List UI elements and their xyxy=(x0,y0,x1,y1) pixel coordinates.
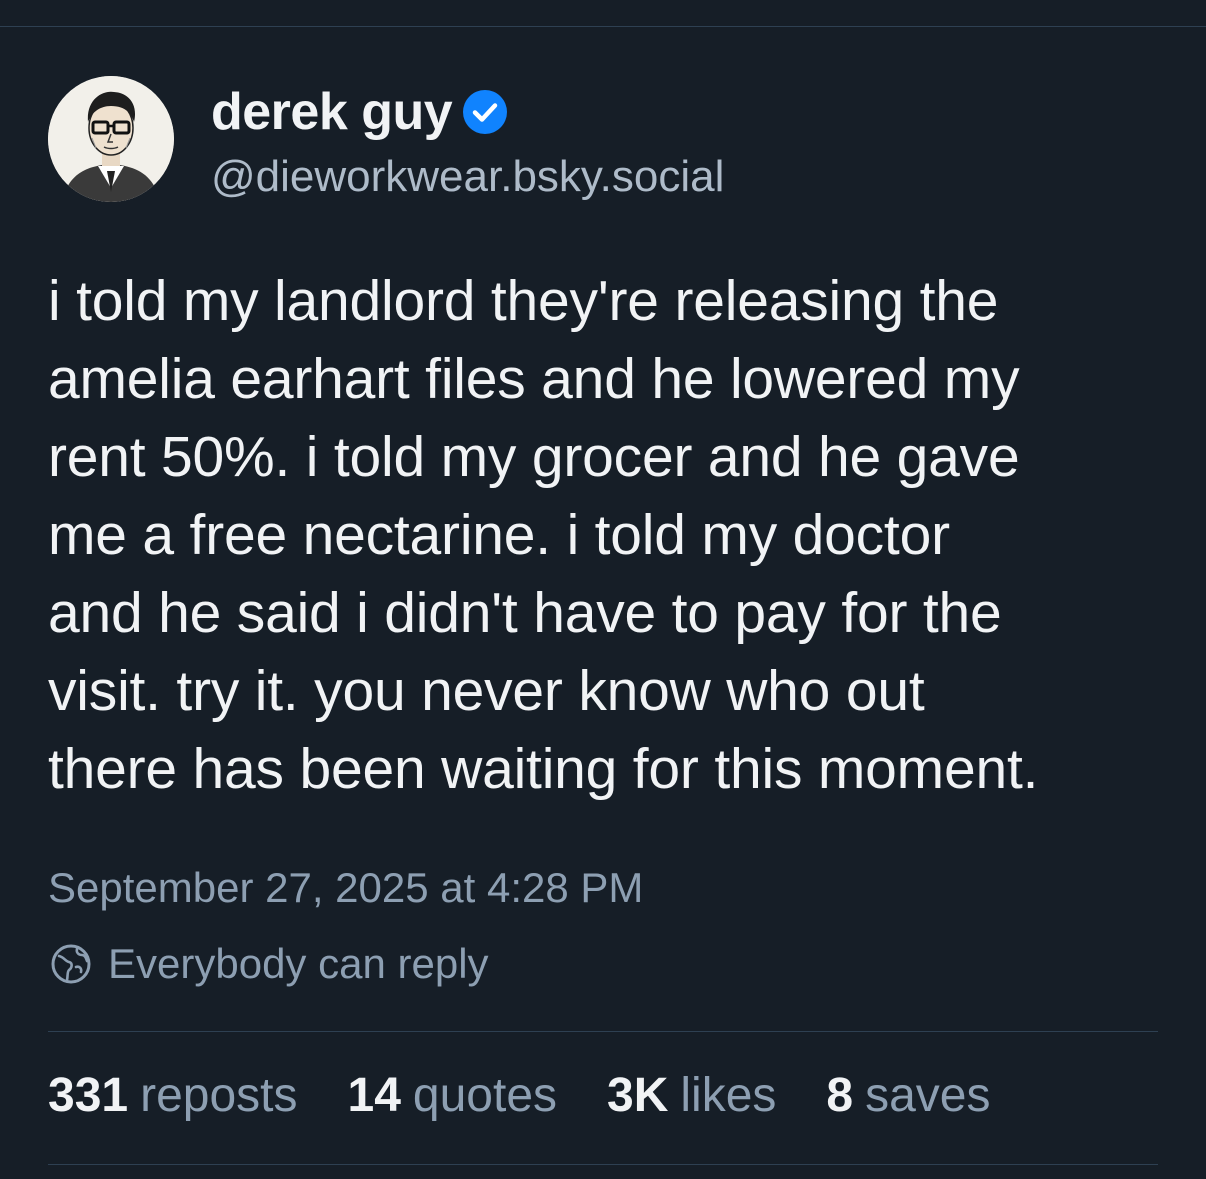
post-stats: 331 reposts 14 quotes 3K likes 8 saves xyxy=(48,1068,1041,1123)
stat-count: 3K xyxy=(607,1069,669,1122)
stat-count: 8 xyxy=(826,1069,854,1122)
reply-setting-label: Everybody can reply xyxy=(108,940,489,987)
stat-quotes[interactable]: 14 quotes xyxy=(348,1068,558,1123)
post-text-line: there has been waiting for this moment. xyxy=(48,737,1039,801)
author-handle[interactable]: @dieworkwear.bsky.social xyxy=(211,152,724,202)
post-text: i told my landlord they're releasing the… xyxy=(48,262,1158,808)
stat-saves[interactable]: 8 saves xyxy=(826,1068,990,1123)
stat-count: 331 xyxy=(48,1069,129,1122)
globe-icon xyxy=(50,943,92,985)
post-timestamp[interactable]: September 27, 2025 at 4:28 PM xyxy=(48,864,643,912)
top-divider xyxy=(0,26,1206,27)
stat-reposts[interactable]: 331 reposts xyxy=(48,1068,298,1123)
stat-label: quotes xyxy=(412,1069,558,1122)
divider xyxy=(48,1031,1158,1032)
post-text-line: me a free nectarine. i told my doctor xyxy=(48,503,950,567)
post-text-line: amelia earhart files and he lowered my xyxy=(48,347,1020,411)
stat-likes[interactable]: 3K likes xyxy=(607,1068,776,1123)
post-text-line: and he said i didn't have to pay for the xyxy=(48,581,1002,645)
reply-setting[interactable]: Everybody can reply xyxy=(50,940,489,988)
display-name[interactable]: derek guy xyxy=(211,82,453,142)
stat-count: 14 xyxy=(347,1069,401,1122)
post-header: derek guy @dieworkwear.bsky.social xyxy=(48,76,1158,202)
stat-label: saves xyxy=(865,1069,991,1122)
post-text-line: rent 50%. i told my grocer and he gave xyxy=(48,425,1020,489)
post-text-line: i told my landlord they're releasing the xyxy=(48,269,999,333)
portrait-illustration xyxy=(48,76,174,202)
avatar[interactable] xyxy=(48,76,174,202)
post-text-line: visit. try it. you never know who out xyxy=(48,659,925,723)
verified-check-icon[interactable] xyxy=(462,89,508,135)
stat-label: likes xyxy=(680,1069,777,1122)
stat-label: reposts xyxy=(140,1069,298,1122)
divider xyxy=(48,1164,1158,1165)
display-name-row: derek guy xyxy=(211,82,724,142)
author-names: derek guy @dieworkwear.bsky.social xyxy=(211,82,724,202)
